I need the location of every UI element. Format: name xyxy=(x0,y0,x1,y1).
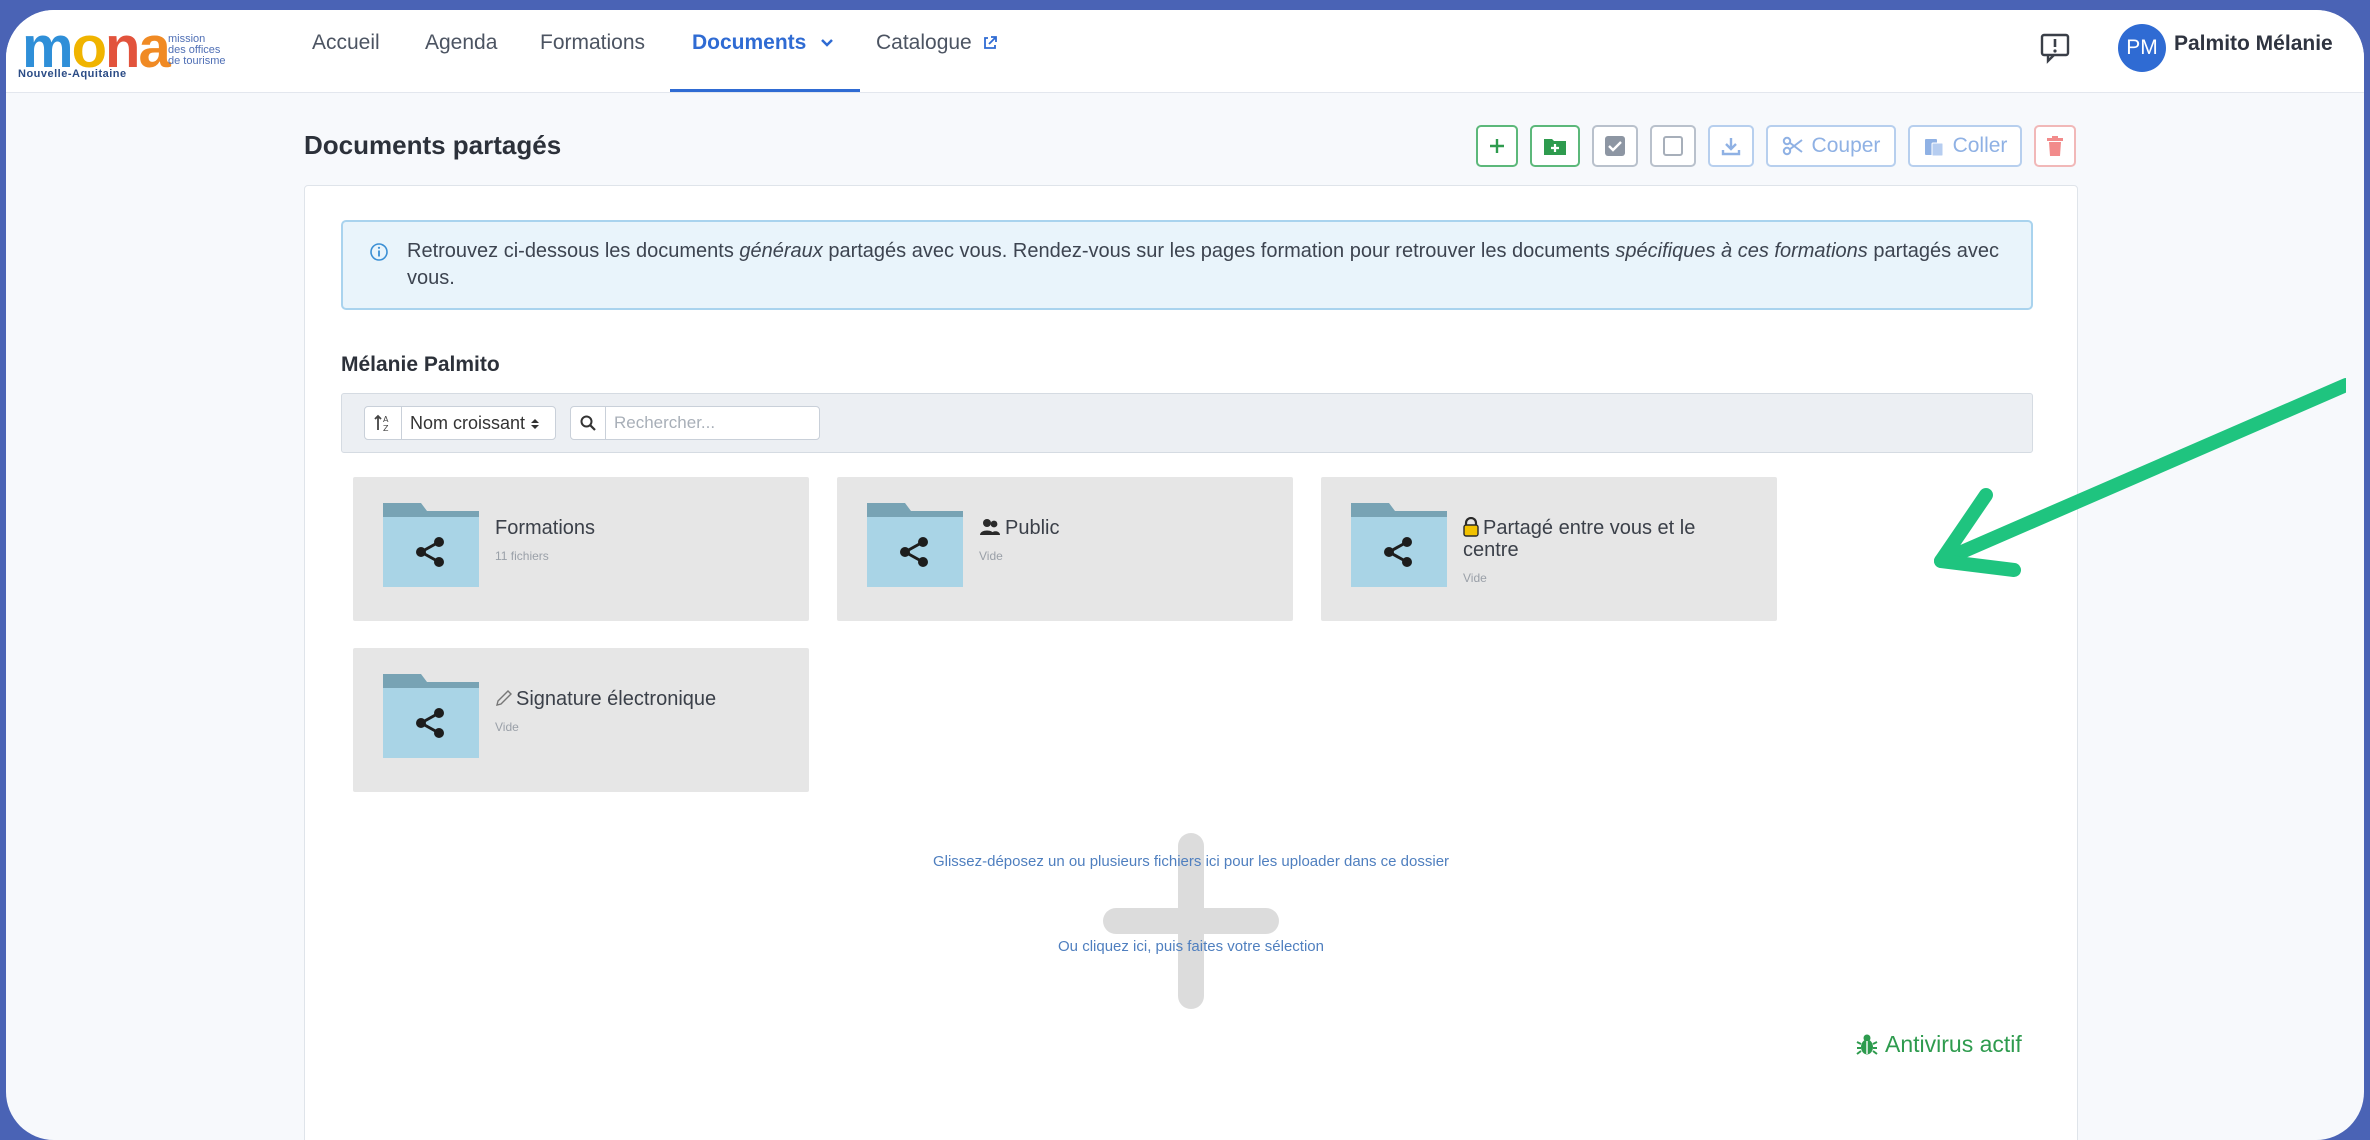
documents-card: Retrouvez ci-dessous les documents génér… xyxy=(304,185,2078,1140)
scissors-icon xyxy=(1782,136,1803,156)
sort-select-value: Nom croissant xyxy=(410,413,526,433)
filter-bar: AZ Nom croissant xyxy=(341,393,2033,453)
cut-button[interactable]: Couper xyxy=(1766,125,1896,167)
shared-folder-icon xyxy=(383,503,479,587)
plus-icon xyxy=(1490,139,1504,153)
folder-card-public[interactable]: Public Vide xyxy=(837,477,1293,621)
deselect-all-button[interactable] xyxy=(1650,125,1696,167)
paste-button[interactable]: Coller xyxy=(1908,125,2022,167)
info-text-part: Retrouvez ci-dessous les documents xyxy=(407,240,740,262)
add-button[interactable] xyxy=(1476,125,1518,167)
user-name[interactable]: Palmito Mélanie xyxy=(2174,32,2333,56)
chevron-down-icon xyxy=(821,39,834,48)
folder-file-count: Vide xyxy=(1463,571,1487,585)
svg-text:Z: Z xyxy=(383,424,389,432)
shared-folder-icon xyxy=(867,503,963,587)
search-input[interactable] xyxy=(606,407,816,439)
svg-text:A: A xyxy=(383,415,389,424)
app-frame: mona Nouvelle-Aquitaine mission des offi… xyxy=(6,10,2364,1140)
folder-name-text: Public xyxy=(1005,517,1060,539)
check-square-icon xyxy=(1605,136,1625,156)
nav-catalogue-label: Catalogue xyxy=(876,31,972,54)
sort-direction-icon[interactable]: AZ xyxy=(365,407,402,439)
user-avatar[interactable]: PM xyxy=(2118,24,2166,72)
select-caret-icon xyxy=(531,419,540,430)
logo-subtitle: Nouvelle-Aquitaine xyxy=(18,68,127,80)
users-icon xyxy=(980,519,1000,535)
nav-active-indicator xyxy=(670,89,860,92)
cut-button-label: Couper xyxy=(1811,134,1881,157)
new-folder-button[interactable] xyxy=(1530,125,1580,167)
folder-name-text: Signature électronique xyxy=(516,688,717,710)
nav-formations[interactable]: Formations xyxy=(540,28,645,58)
info-text-emphasis: généraux xyxy=(739,240,823,262)
dropzone-plus-icon xyxy=(1103,908,1279,934)
folder-name: Partagé entre vous et le centre xyxy=(1463,516,1753,561)
search-control[interactable] xyxy=(570,406,820,440)
info-text-part: partagés avec vous. Rendez-vous sur les … xyxy=(822,240,1616,262)
folder-file-count: Vide xyxy=(495,720,519,734)
external-link-icon xyxy=(983,36,997,50)
sort-select[interactable]: Nom croissant xyxy=(402,407,540,439)
folder-card-signature[interactable]: Signature électronique Vide xyxy=(353,648,809,792)
folder-name-text: Partagé entre vous et le centre xyxy=(1463,517,1696,561)
trash-icon xyxy=(2047,136,2063,156)
logo-tagline: mission des offices de tourisme xyxy=(168,34,225,67)
dropzone-instructions[interactable]: Glissez-déposez un ou plusieurs fichiers… xyxy=(305,853,2077,870)
top-navbar: mona Nouvelle-Aquitaine mission des offi… xyxy=(6,10,2364,93)
lock-icon xyxy=(1463,516,1479,537)
select-all-button[interactable] xyxy=(1592,125,1638,167)
download-button[interactable] xyxy=(1708,125,1754,167)
paste-icon xyxy=(1924,139,1944,157)
info-text: Retrouvez ci-dessous les documents génér… xyxy=(407,238,2017,292)
pen-icon xyxy=(496,690,512,706)
folder-file-count: 11 fichiers xyxy=(495,549,549,563)
delete-button[interactable] xyxy=(2034,125,2076,167)
owner-section-title: Mélanie Palmito xyxy=(341,353,500,376)
feedback-icon[interactable] xyxy=(2038,30,2072,64)
folder-card-formations[interactable]: Formations 11 fichiers xyxy=(353,477,809,621)
paste-button-label: Coller xyxy=(1952,134,2008,157)
search-icon xyxy=(571,407,606,439)
folder-card-partage[interactable]: Partagé entre vous et le centre Vide xyxy=(1321,477,1777,621)
nav-documents-label: Documents xyxy=(692,31,807,54)
annotation-arrow-icon xyxy=(1934,378,2346,577)
nav-agenda[interactable]: Agenda xyxy=(425,28,497,58)
folder-file-count: Vide xyxy=(979,549,1003,563)
folder-plus-icon xyxy=(1544,139,1566,155)
nav-documents[interactable]: Documents xyxy=(692,28,834,58)
info-icon xyxy=(370,243,388,261)
logo-tagline-line: de tourisme xyxy=(168,55,226,67)
antivirus-status: Antivirus actif xyxy=(1855,1031,2022,1058)
download-icon xyxy=(1721,138,1741,156)
info-alert: Retrouvez ci-dessous les documents génér… xyxy=(341,220,2033,310)
shared-folder-icon xyxy=(1351,503,1447,587)
sort-control[interactable]: AZ Nom croissant xyxy=(364,406,556,440)
empty-square-icon xyxy=(1663,136,1683,156)
mona-logo[interactable]: mona Nouvelle-Aquitaine mission des offi… xyxy=(16,18,246,82)
page-title: Documents partagés xyxy=(304,130,562,160)
nav-catalogue[interactable]: Catalogue xyxy=(876,28,998,58)
folder-name: Signature électronique xyxy=(495,688,785,710)
logo-letter: a xyxy=(138,15,170,80)
folder-name: Formations xyxy=(495,517,596,539)
bug-icon xyxy=(1856,1034,1878,1055)
dropzone-click-hint[interactable]: Ou cliquez ici, puis faites votre sélect… xyxy=(305,938,2077,955)
folder-name: Public xyxy=(979,517,1269,539)
nav-accueil[interactable]: Accueil xyxy=(312,28,380,58)
shared-folder-icon xyxy=(383,674,479,758)
antivirus-label: Antivirus actif xyxy=(1885,1031,2022,1057)
info-text-emphasis: spécifiques à ces formations xyxy=(1615,240,1868,262)
